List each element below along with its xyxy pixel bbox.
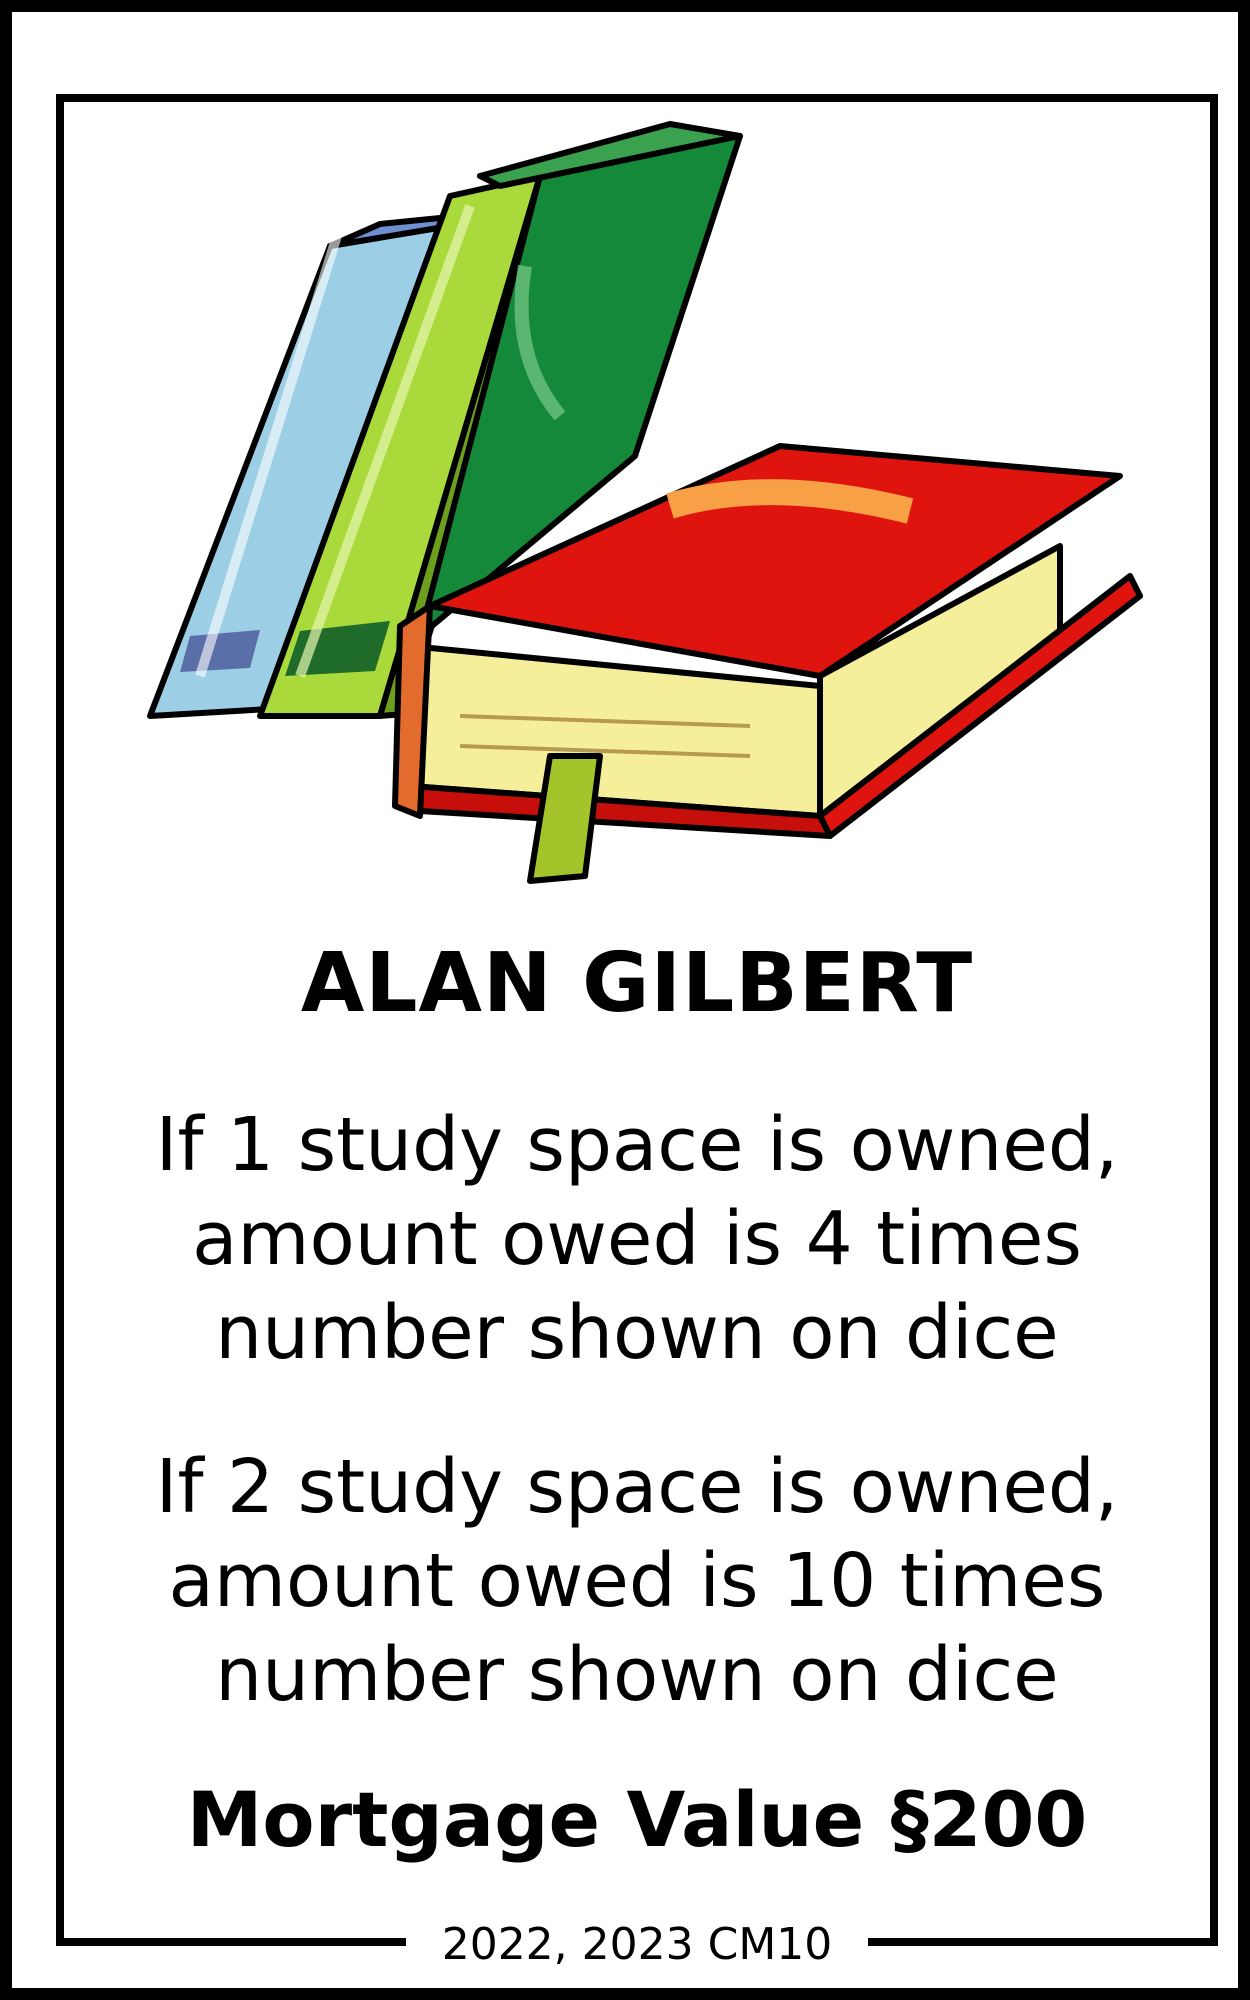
rent-rule-two-line-1: If 2 study space is owned,	[155, 1444, 1119, 1530]
mortgage-value: Mortgage Value §200	[186, 1775, 1088, 1864]
rent-rule-one-line-2: amount owed is 4 times	[192, 1196, 1082, 1282]
rent-rule-one: If 1 study space is owned, amount owed i…	[72, 1098, 1202, 1380]
rent-rule-two-line-2: amount owed is 10 times	[168, 1538, 1106, 1624]
rent-rule-one-line-1: If 1 study space is owned,	[155, 1102, 1119, 1188]
property-name: ALAN GILBERT	[300, 936, 974, 1031]
property-card: ALAN GILBERT If 1 study space is owned, …	[0, 0, 1250, 2000]
rent-rule-two-line-3: number shown on dice	[215, 1632, 1059, 1718]
card-footer: 2022, 2023 CM10	[12, 1917, 1250, 1973]
footer-text: 2022, 2023 CM10	[405, 1919, 869, 1970]
rent-rule-two: If 2 study space is owned, amount owed i…	[72, 1440, 1202, 1722]
rent-rule-one-line-3: number shown on dice	[215, 1290, 1059, 1376]
books-stack-icon	[130, 116, 1150, 896]
